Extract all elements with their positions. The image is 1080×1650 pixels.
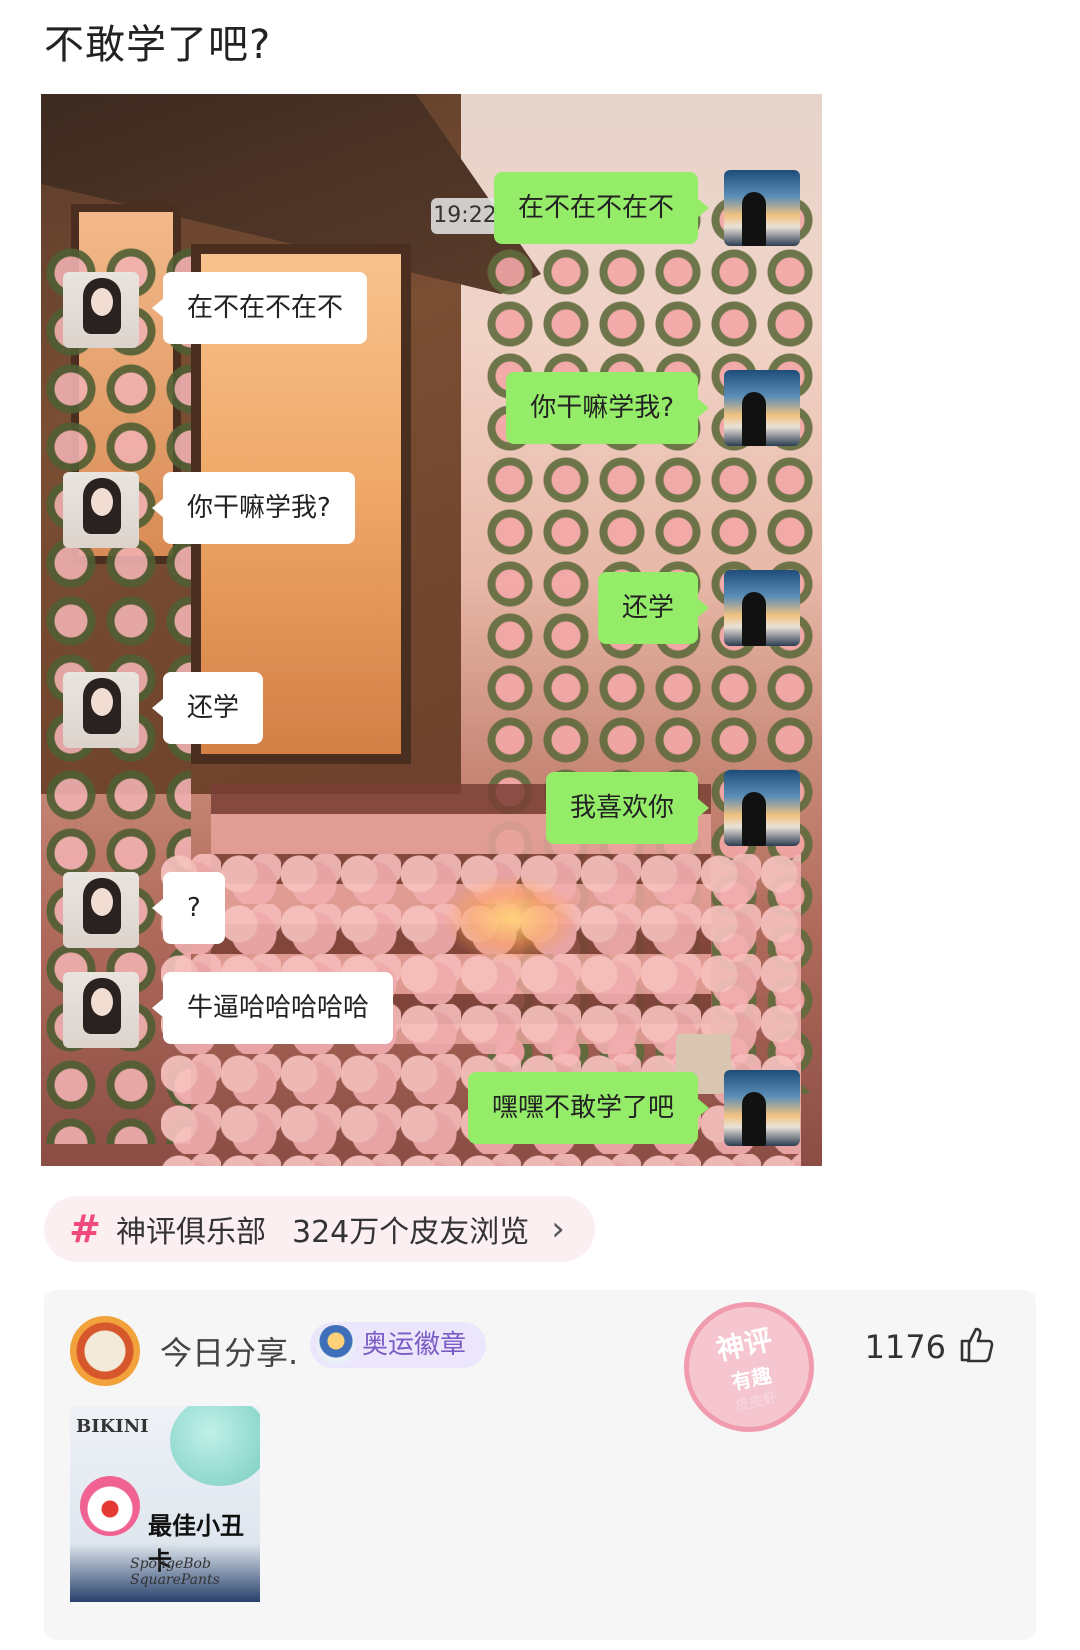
chat-bubble-incoming: 在不在不在不 bbox=[151, 272, 368, 344]
my-avatar[interactable] bbox=[724, 1070, 800, 1146]
clown-face-graphic bbox=[80, 1476, 140, 1536]
my-avatar[interactable] bbox=[724, 170, 800, 246]
chat-message: 在不在不在不 bbox=[493, 172, 710, 244]
olympic-badge[interactable]: 奥运徽章 bbox=[310, 1322, 487, 1368]
chat-screenshot-image[interactable]: 19:22 在不在不在不 在不在不在不 你干嘛学我? 你干嘛学我? 还学 还学 … bbox=[41, 94, 822, 1166]
chat-bubble-outgoing: 嘿嘿不敢学了吧 bbox=[467, 1072, 710, 1144]
chat-bubble-outgoing: 还学 bbox=[597, 572, 710, 644]
my-avatar[interactable] bbox=[724, 570, 800, 646]
post-title: 不敢学了吧? bbox=[44, 22, 272, 68]
comment-image[interactable]: BIKINI 最佳小丑卡 SpongeBob SquarePants bbox=[70, 1406, 260, 1602]
chat-message: 嘿嘿不敢学了吧 bbox=[467, 1072, 710, 1144]
thumb-up-icon[interactable] bbox=[956, 1324, 996, 1364]
chat-message: 在不在不在不 bbox=[151, 272, 368, 344]
background-candle-glow bbox=[441, 874, 581, 964]
volleyball-graphic bbox=[170, 1406, 260, 1486]
chat-bubble-incoming: 你干嘛学我? bbox=[152, 472, 355, 544]
topic-chip[interactable]: # 神评俱乐部 324万个皮友浏览 › bbox=[44, 1196, 595, 1262]
background-roof bbox=[41, 94, 541, 294]
badge-label: 奥运徽章 bbox=[362, 1330, 467, 1360]
topic-views: 324万个皮友浏览 bbox=[292, 1215, 530, 1250]
chat-message: ? bbox=[152, 872, 225, 944]
commenter-avatar[interactable] bbox=[70, 1316, 140, 1386]
topic-name: 神评俱乐部 bbox=[116, 1215, 266, 1250]
chat-bubble-outgoing: 在不在不在不 bbox=[493, 172, 710, 244]
chat-bubble-incoming: 还学 bbox=[151, 672, 264, 744]
contact-avatar[interactable] bbox=[63, 672, 139, 748]
chat-bubble-outgoing: 我喜欢你 bbox=[545, 772, 710, 844]
hash-icon: # bbox=[69, 1207, 101, 1251]
image-signature: SpongeBob SquarePants bbox=[130, 1556, 220, 1588]
medal-icon bbox=[316, 1325, 356, 1365]
chat-bubble-incoming: 牛逼哈哈哈哈哈 bbox=[151, 972, 394, 1044]
top-comment-card[interactable]: 今日分享. 奥运徽章 神评 有趣 皮皮虾 1176 BIKINI 最佳小丑卡 S… bbox=[44, 1289, 1036, 1640]
contact-avatar[interactable] bbox=[63, 472, 139, 548]
chat-timestamp: 19:22 bbox=[431, 198, 499, 234]
chevron-right-icon: › bbox=[551, 1209, 565, 1249]
like-count: 1176 bbox=[864, 1328, 946, 1366]
contact-avatar[interactable] bbox=[63, 872, 139, 948]
chat-message: 还学 bbox=[151, 672, 264, 744]
image-top-text: BIKINI bbox=[76, 1416, 149, 1437]
hot-comment-stamp: 神评 有趣 皮皮虾 bbox=[671, 1289, 827, 1445]
chat-message: 你干嘛学我? bbox=[152, 472, 355, 544]
my-avatar[interactable] bbox=[724, 370, 800, 446]
contact-avatar[interactable] bbox=[63, 972, 139, 1048]
chat-message: 还学 bbox=[597, 572, 710, 644]
chat-message: 我喜欢你 bbox=[545, 772, 710, 844]
commenter-username[interactable]: 今日分享. bbox=[160, 1328, 298, 1374]
my-avatar[interactable] bbox=[724, 770, 800, 846]
chat-bubble-incoming: ? bbox=[152, 872, 225, 944]
contact-avatar[interactable] bbox=[63, 272, 139, 348]
chat-bubble-outgoing: 你干嘛学我? bbox=[506, 372, 709, 444]
chat-message: 牛逼哈哈哈哈哈 bbox=[151, 972, 394, 1044]
chat-message: 你干嘛学我? bbox=[506, 372, 709, 444]
